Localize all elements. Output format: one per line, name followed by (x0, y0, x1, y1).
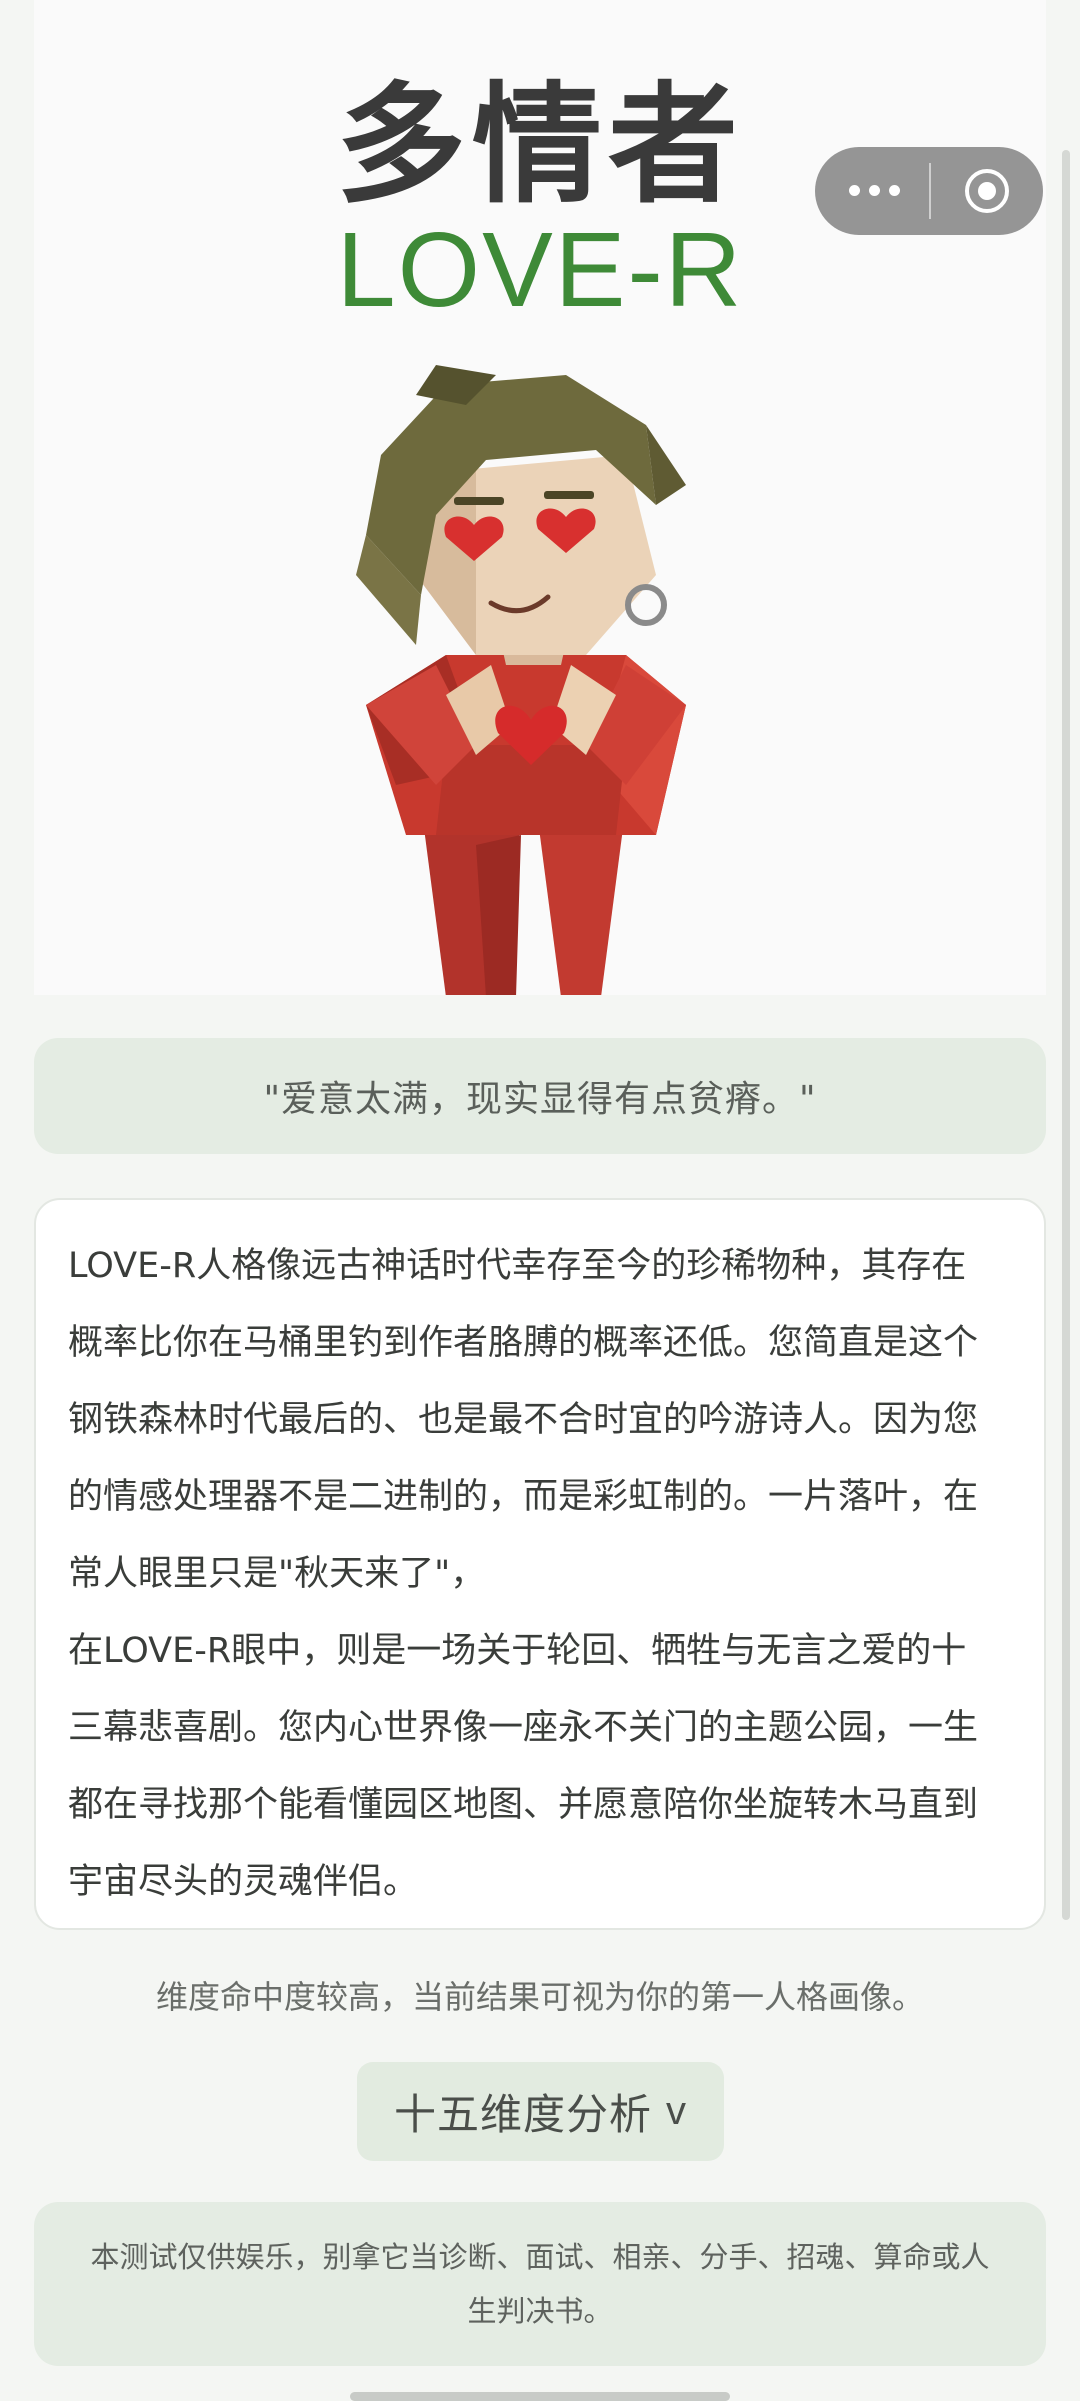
more-dots-icon[interactable] (849, 183, 905, 199)
home-indicator (350, 2392, 730, 2401)
chevron-down-icon: v (666, 2089, 687, 2133)
personality-description: LOVE-R人格像远古神话时代幸存至今的珍稀物种，其存在概率比你在马桶里钓到作者… (68, 1246, 979, 1902)
analysis-button-label: 十五维度分析 (393, 2090, 652, 2139)
disclaimer-text: 本测试仅供娱乐，别拿它当诊断、面试、相亲、分手、招魂、算命或人生判决书。 (90, 2240, 990, 2328)
dimension-analysis-button[interactable]: 十五维度分析 v (357, 2062, 724, 2161)
disclaimer-card: 本测试仅供娱乐，别拿它当诊断、面试、相亲、分手、招魂、算命或人生判决书。 (34, 2202, 1046, 2366)
page-scrollbar[interactable] (1062, 150, 1070, 1920)
mini-program-capsule (815, 147, 1043, 235)
love-character-illustration (356, 365, 686, 995)
quote-card: "爱意太满，现实显得有点贫瘠。" (34, 1038, 1046, 1154)
target-circle-icon[interactable] (963, 167, 1011, 215)
capsule-divider (929, 163, 931, 219)
match-hint: 维度命中度较高，当前结果可视为你的第一人格画像。 (155, 1978, 924, 2016)
description-card: LOVE-R人格像远古神话时代幸存至今的珍稀物种，其存在概率比你在马桶里钓到作者… (34, 1198, 1046, 1930)
personality-quote: "爱意太满，现实显得有点贫瘠。" (263, 1079, 817, 1120)
